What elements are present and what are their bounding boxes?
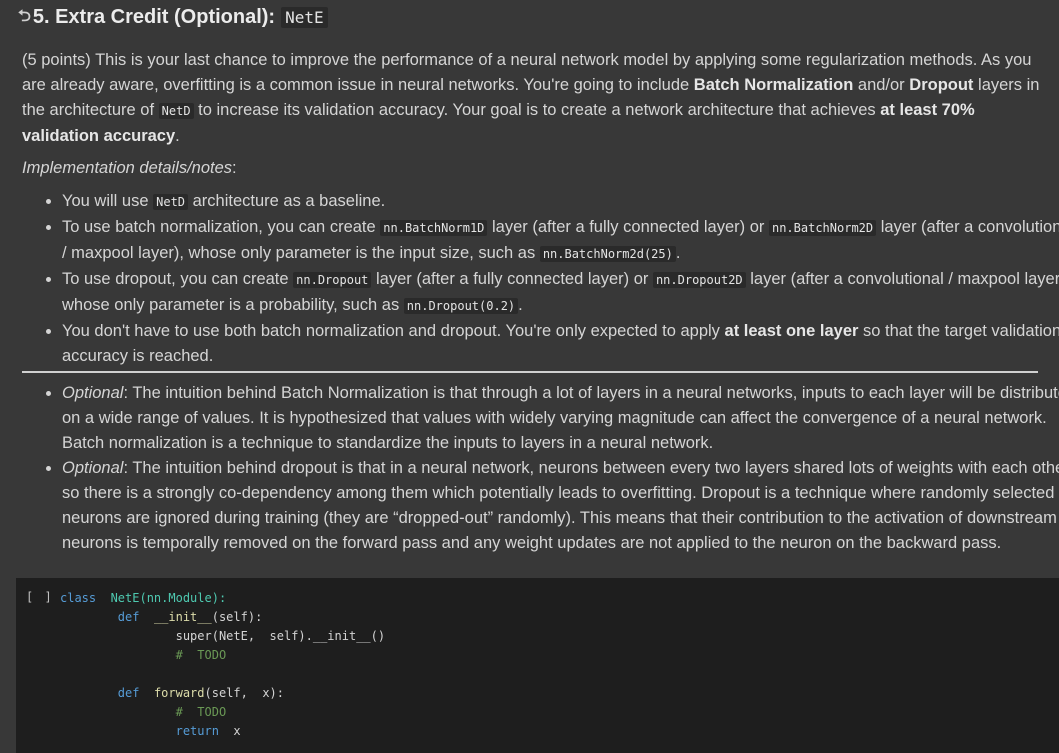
optional-label: Optional — [62, 459, 124, 477]
bold-dropout: Dropout — [909, 76, 974, 94]
intro-paragraph: (5 points) This is your last chance to i… — [22, 51, 1040, 145]
heading-number: 5. — [32, 6, 50, 28]
link-anchor-icon[interactable]: ⮌ — [18, 5, 31, 32]
code-cell[interactable]: [ ] class NetE(nn.Module): def __init__(… — [16, 578, 1059, 753]
list-item: To use batch normalization, you can crea… — [62, 215, 1059, 267]
optional-notes-list: Optional: The intuition behind Batch Nor… — [22, 381, 1059, 556]
horizontal-rule — [22, 371, 1038, 373]
heading-title: Extra Credit (Optional): — [55, 6, 276, 28]
list-item: You will use NetD architecture as a base… — [62, 189, 1059, 215]
implementation-list: You will use NetD architecture as a base… — [22, 189, 1059, 369]
run-cell-button[interactable]: [ ] — [26, 590, 54, 604]
inline-code: nn.BatchNorm2D — [768, 220, 877, 236]
list-item: Optional: The intuition behind dropout i… — [62, 456, 1059, 556]
inline-code: NetD — [153, 194, 189, 210]
list-item: To use dropout, you can create nn.Dropou… — [62, 267, 1059, 319]
heading-code: NetE — [281, 7, 328, 28]
list-item: Optional: The intuition behind Batch Nor… — [62, 381, 1059, 456]
inline-code: nn.BatchNorm1D — [380, 220, 488, 236]
implementation-label: Implementation details/notes: — [22, 159, 237, 177]
code-editor[interactable]: class NetE(nn.Module): def __init__(self… — [60, 589, 385, 741]
inline-code-netd: NetD — [158, 103, 194, 119]
bold-text: at least one layer — [724, 322, 859, 340]
section-heading: ⮌ 5. Extra Credit (Optional): NetE — [18, 4, 328, 31]
inline-code: nn.Dropout(0.2) — [403, 298, 519, 314]
notebook-page: ⮌ 5. Extra Credit (Optional): NetE (5 poin… — [0, 0, 1059, 753]
inline-code: nn.Dropout2D — [652, 272, 746, 288]
inline-code: nn.Dropout — [293, 272, 372, 288]
optional-label: Optional — [62, 384, 124, 402]
list-item: You don't have to use both batch normali… — [62, 319, 1059, 369]
inline-code: nn.BatchNorm2d(25) — [539, 246, 676, 262]
bold-batchnorm: Batch Normalization — [693, 76, 854, 94]
